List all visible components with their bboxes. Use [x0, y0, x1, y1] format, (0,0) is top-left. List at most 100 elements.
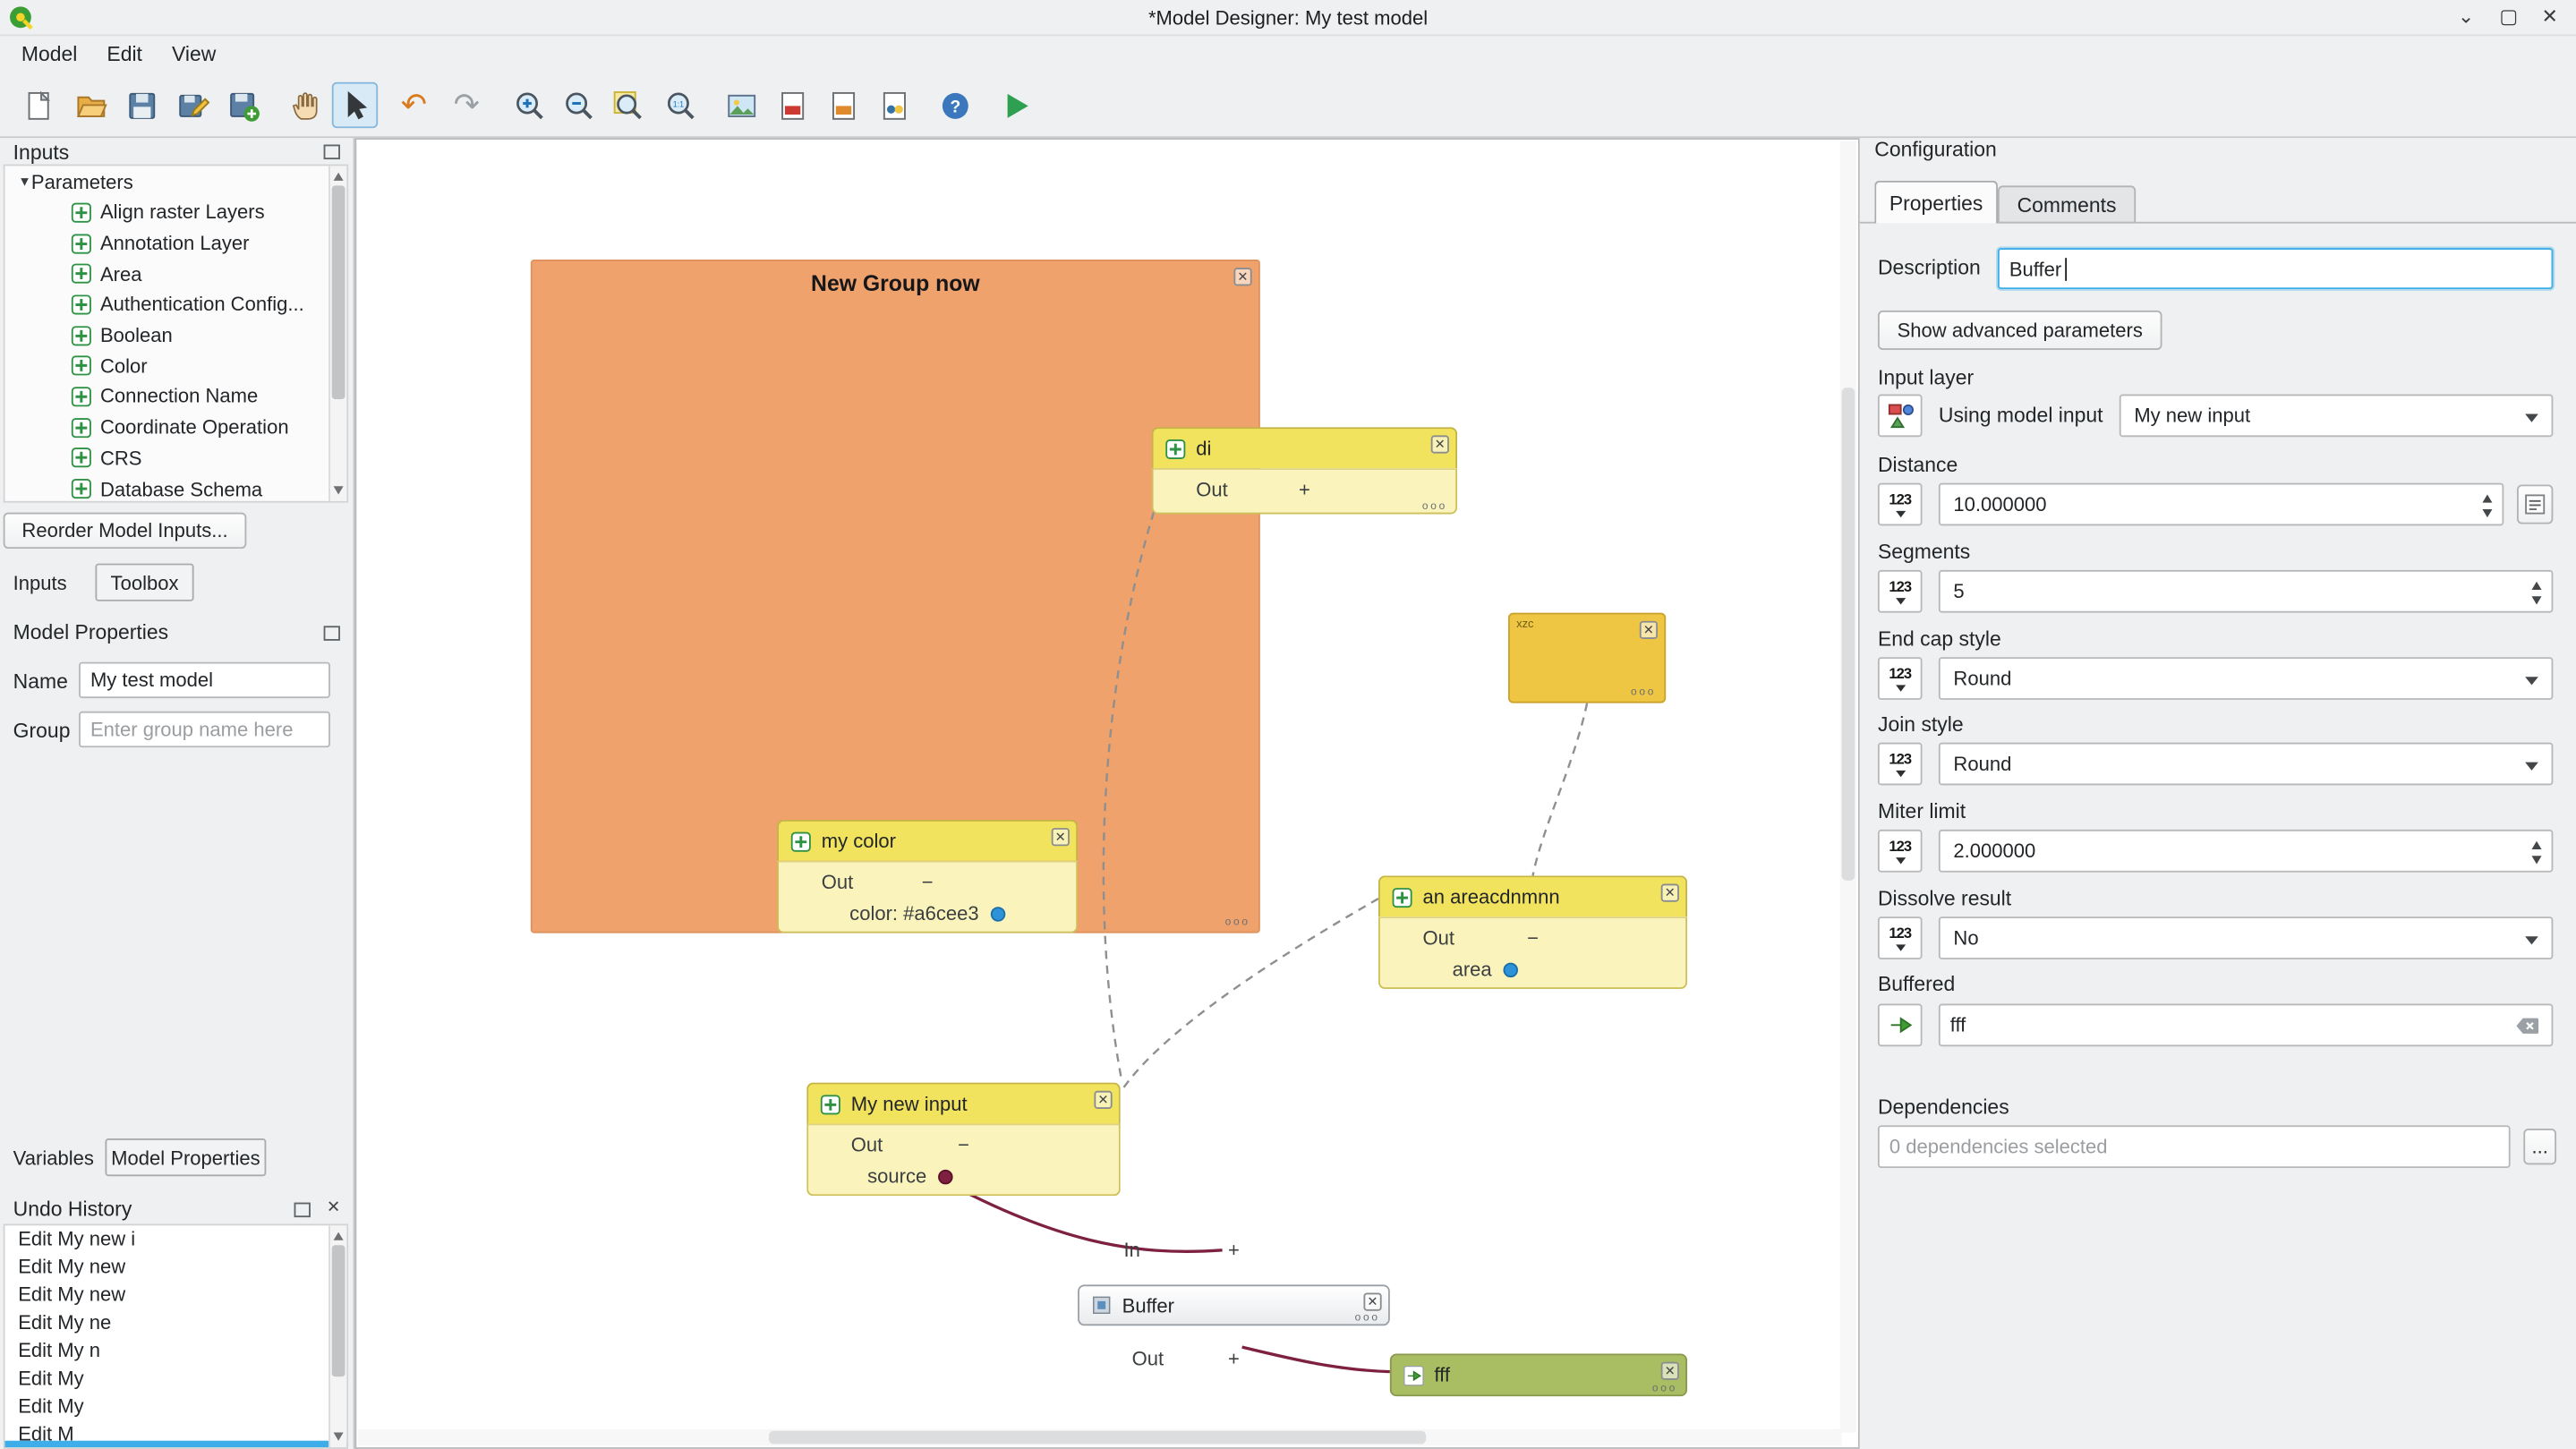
save-model-icon[interactable]	[118, 82, 164, 128]
zoom-full-icon[interactable]	[604, 82, 650, 128]
distance-spinbox[interactable]: 10.000000	[1939, 483, 2503, 526]
node-my-new-input[interactable]: My new input ✕ Out − source	[806, 1083, 1121, 1197]
resize-handle[interactable]: ooo	[1631, 686, 1656, 698]
redo-icon[interactable]: ↷	[444, 82, 490, 128]
description-input[interactable]: Buffer	[1998, 248, 2553, 289]
spin-arrows[interactable]	[2525, 576, 2546, 609]
undo-icon[interactable]: ↶	[391, 82, 437, 128]
model-name-input[interactable]: My test model	[79, 662, 330, 698]
export-as-image-icon[interactable]	[718, 82, 763, 128]
remove-node-icon[interactable]: ✕	[1052, 828, 1070, 846]
tab-model-properties[interactable]: Model Properties	[105, 1138, 266, 1176]
node-my-color[interactable]: my color ✕ Out − color: #a6cee3	[777, 820, 1078, 933]
close-icon[interactable]: ✕	[2535, 5, 2564, 31]
model-canvas[interactable]: New Group now ✕ ooo di ✕ Out + ooo	[354, 138, 1859, 1449]
buffered-output-input[interactable]: fff	[1939, 1003, 2553, 1046]
undo-selected-row[interactable]	[5, 1441, 347, 1447]
zoom-in-icon[interactable]	[506, 82, 551, 128]
parameter-item[interactable]: Coordinate Operation	[5, 412, 347, 442]
node-an-areacdnmnn[interactable]: an areacdnmnn ✕ Out − area	[1378, 875, 1687, 989]
model-group-input[interactable]: Enter group name here	[79, 712, 330, 747]
remove-node-icon[interactable]: ✕	[1431, 435, 1449, 453]
remove-comment-icon[interactable]: ✕	[1640, 621, 1658, 639]
clear-text-icon[interactable]	[2513, 1012, 2541, 1045]
undo-item[interactable]: Edit My ne	[5, 1309, 347, 1337]
run-model-icon[interactable]	[993, 82, 1038, 128]
end-cap-style-combo[interactable]: Round	[1939, 657, 2553, 700]
remove-node-icon[interactable]: ✕	[1661, 883, 1679, 901]
tab-variables[interactable]: Variables	[13, 1140, 94, 1176]
undo-item[interactable]: Edit My	[5, 1394, 347, 1421]
dependencies-more-button[interactable]: ...	[2523, 1129, 2556, 1164]
tab-properties[interactable]: Properties	[1874, 181, 1998, 224]
parameter-item[interactable]: Color	[5, 351, 347, 381]
collapse-outputs-toggle[interactable]: −	[958, 1133, 969, 1156]
export-as-python-icon[interactable]	[871, 82, 917, 128]
parameter-item[interactable]: Boolean	[5, 320, 347, 350]
canvas-hscrollbar[interactable]	[358, 1429, 1841, 1445]
menu-view[interactable]: View	[157, 39, 230, 69]
output-socket[interactable]	[1504, 963, 1519, 978]
menu-model[interactable]: Model	[6, 39, 92, 69]
pan-icon[interactable]	[283, 82, 328, 128]
save-model-in-project-icon[interactable]	[220, 82, 266, 128]
undo-item[interactable]: Edit My	[5, 1365, 347, 1393]
new-model-icon[interactable]	[15, 82, 61, 128]
expand-inputs-toggle[interactable]: +	[1228, 1239, 1240, 1262]
remove-group-icon[interactable]: ✕	[1233, 268, 1251, 286]
remove-node-icon[interactable]: ✕	[1661, 1362, 1679, 1380]
parameter-item[interactable]: Database Schema	[5, 473, 347, 503]
parameter-item[interactable]: Align raster Layers	[5, 197, 347, 227]
parameter-item[interactable]: Authentication Config...	[5, 289, 347, 320]
dependencies-input[interactable]: 0 dependencies selected	[1878, 1125, 2511, 1168]
spin-arrows[interactable]	[2525, 836, 2546, 869]
maximize-icon[interactable]: ▢	[2494, 5, 2523, 31]
undo-item[interactable]: Edit My new	[5, 1282, 347, 1309]
node-buffer[interactable]: In + Buffer ✕ ooo Out +	[1078, 1231, 1390, 1378]
tab-toolbox[interactable]: Toolbox	[95, 564, 193, 601]
close-panel-icon[interactable]: ✕	[324, 1199, 344, 1219]
show-advanced-parameters-button[interactable]: Show advanced parameters	[1878, 311, 2162, 350]
expand-outputs-toggle[interactable]: +	[1228, 1347, 1240, 1370]
export-as-pdf-icon[interactable]	[769, 82, 815, 128]
float-panel-icon[interactable]	[324, 626, 340, 641]
parameter-item[interactable]: Connection Name	[5, 381, 347, 412]
help-icon[interactable]: ?	[932, 82, 977, 128]
input-layer-combo[interactable]: My new input	[2120, 395, 2554, 438]
segments-spinbox[interactable]: 5	[1939, 570, 2553, 613]
resize-handle[interactable]: ooo	[1422, 501, 1447, 513]
remove-node-icon[interactable]: ✕	[1094, 1091, 1112, 1109]
collapse-outputs-toggle[interactable]: −	[1527, 926, 1539, 950]
miter-limit-spinbox[interactable]: 2.000000	[1939, 830, 2553, 873]
menu-edit[interactable]: Edit	[92, 39, 158, 69]
save-model-as-icon[interactable]	[169, 82, 215, 128]
node-fff[interactable]: fff ✕ ooo	[1390, 1353, 1687, 1396]
export-as-svg-icon[interactable]	[820, 82, 866, 128]
remove-node-icon[interactable]: ✕	[1363, 1293, 1381, 1311]
tab-inputs[interactable]: Inputs	[13, 565, 67, 601]
output-socket[interactable]	[938, 1170, 953, 1185]
parameter-item[interactable]: Area	[5, 259, 347, 289]
undo-item[interactable]: Edit My n	[5, 1337, 347, 1365]
parameter-item[interactable]: CRS	[5, 443, 347, 473]
resize-handle[interactable]: ooo	[1355, 1313, 1380, 1325]
minimize-icon[interactable]: ⌄	[2452, 5, 2481, 31]
join-style-combo[interactable]: Round	[1939, 743, 2553, 786]
open-model-icon[interactable]	[67, 82, 113, 128]
resize-handle[interactable]: ooo	[1225, 916, 1250, 928]
zoom-out-icon[interactable]	[555, 82, 601, 128]
undo-item[interactable]: Edit My new	[5, 1253, 347, 1281]
undo-scrollbar[interactable]	[328, 1225, 346, 1447]
tab-comments[interactable]: Comments	[1998, 185, 2136, 223]
tree-scrollbar[interactable]	[328, 166, 346, 500]
tree-expand-icon[interactable]: ▼	[5, 175, 31, 190]
parameter-item[interactable]: Annotation Layer	[5, 228, 347, 259]
output-socket[interactable]	[991, 907, 1006, 922]
undo-item[interactable]: Edit My new i	[5, 1225, 347, 1253]
dissolve-result-combo[interactable]: No	[1939, 916, 2553, 959]
parameters-root[interactable]: ▼ Parameters	[5, 166, 347, 197]
node-di[interactable]: di ✕ Out + ooo	[1152, 427, 1457, 514]
float-panel-icon[interactable]	[294, 1203, 311, 1218]
canvas-vscrollbar[interactable]	[1840, 141, 1856, 1433]
reorder-model-inputs-button[interactable]: Reorder Model Inputs...	[4, 513, 247, 549]
